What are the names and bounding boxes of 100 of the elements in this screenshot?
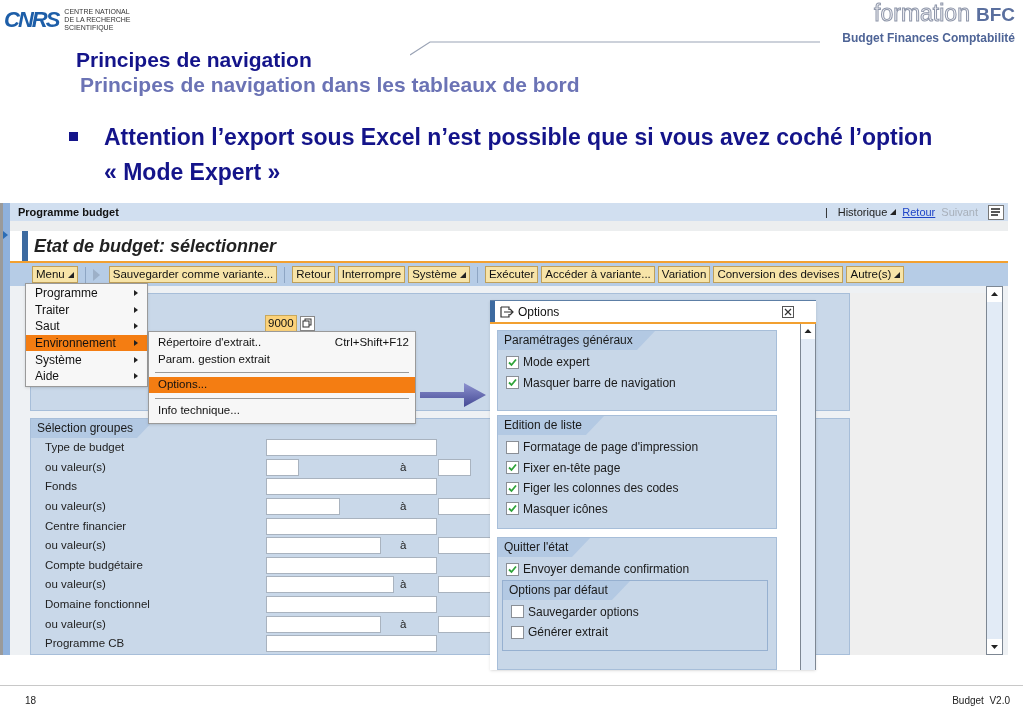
- toolbar-button[interactable]: Retour: [292, 266, 335, 283]
- menu-item[interactable]: Environnement: [26, 334, 147, 352]
- range-separator: à: [400, 616, 407, 632]
- range-separator: à: [400, 498, 407, 514]
- checkbox-label: Sauvegarder options: [528, 603, 639, 621]
- checkbox-label: Figer les colonnes des codes: [523, 480, 679, 498]
- menu-item[interactable]: Info technique...: [149, 402, 415, 419]
- brand-subtitle: Budget Finances Comptabilité: [842, 30, 1015, 47]
- input-field[interactable]: [266, 596, 437, 614]
- checkbox[interactable]: [506, 562, 519, 576]
- tab-corner-icon: [611, 580, 630, 600]
- checkbox[interactable]: [506, 376, 519, 390]
- menu-item[interactable]: Traiter: [26, 301, 147, 319]
- nav-link[interactable]: Retour: [902, 203, 936, 221]
- expand-icon[interactable]: [3, 231, 8, 239]
- copy-icon[interactable]: [299, 316, 315, 331]
- menu-item[interactable]: Saut: [26, 318, 147, 335]
- field-label: Fonds: [44, 479, 78, 495]
- input-field[interactable]: [266, 439, 437, 457]
- toolbar-button[interactable]: Accéder à variante...: [541, 266, 655, 283]
- checkbox[interactable]: [506, 440, 519, 454]
- input-field[interactable]: [266, 556, 437, 574]
- input-field[interactable]: [266, 458, 299, 476]
- input-field[interactable]: [266, 537, 381, 555]
- logo: CNRS: [4, 9, 59, 31]
- toolbar-button[interactable]: Système: [408, 266, 470, 283]
- scroll-up-icon[interactable]: [801, 324, 815, 339]
- page-number: 18: [25, 694, 37, 708]
- menu-item[interactable]: Options...: [149, 377, 415, 393]
- scrollbar[interactable]: [800, 324, 816, 670]
- range-separator: à: [400, 538, 407, 554]
- close-icon[interactable]: [782, 305, 794, 318]
- footer-label: Budget V2.0: [952, 694, 1010, 708]
- input-field[interactable]: [266, 478, 437, 496]
- toolbar-button[interactable]: Interrompre: [337, 266, 406, 283]
- menu-item[interactable]: Système: [26, 351, 147, 368]
- submenu-arrow-icon: [134, 306, 138, 313]
- input-field[interactable]: [438, 458, 471, 476]
- title-accent-bar: [490, 301, 495, 322]
- shortcut-text: Ctrl+Shift+F12: [334, 334, 409, 350]
- slide-title: Principes de navigation: [76, 48, 313, 72]
- submenu-arrow-icon: [134, 373, 138, 380]
- checkbox[interactable]: [506, 502, 519, 516]
- input-field[interactable]: [266, 635, 437, 653]
- field-label: Domaine fonctionnel: [44, 596, 151, 612]
- field-label: ou valeur(s): [44, 616, 107, 632]
- caret-icon: [459, 271, 466, 278]
- checkbox[interactable]: [506, 355, 519, 369]
- menu-item[interactable]: Programme: [26, 285, 147, 302]
- toolbar-button[interactable]: Exécuter: [484, 266, 539, 283]
- field-label: ou valeur(s): [44, 577, 107, 593]
- submenu-arrow-icon: [134, 290, 138, 297]
- caret-icon: [890, 209, 897, 215]
- input-field[interactable]: [266, 576, 394, 594]
- field-label: ou valeur(s): [44, 538, 107, 554]
- checkbox[interactable]: [511, 625, 524, 639]
- input-field[interactable]: [266, 498, 340, 516]
- dialog-icon: [500, 305, 514, 318]
- checkbox-label: Envoyer demande confirmation: [523, 561, 690, 579]
- checkbox-label: Masquer icônes: [523, 500, 608, 518]
- range-separator: à: [400, 459, 407, 475]
- scroll-down-icon[interactable]: [987, 639, 1002, 654]
- field-label: ou valeur(s): [44, 459, 107, 475]
- checkbox[interactable]: [511, 605, 524, 619]
- title-accent-bar: [22, 231, 28, 261]
- dialog-title: Options: [518, 303, 560, 321]
- field-label: Centre financier: [44, 518, 128, 534]
- field-label: Type de budget: [44, 440, 126, 456]
- checkbox-label: Générer extrait: [528, 624, 609, 642]
- scroll-up-icon[interactable]: [987, 287, 1002, 302]
- checkbox[interactable]: [506, 461, 519, 475]
- brand-accent: BFC: [975, 5, 1015, 24]
- bullet-icon: [69, 132, 78, 141]
- caret-icon: [894, 271, 901, 278]
- menu-item[interactable]: Param. gestion extrait: [149, 351, 415, 368]
- bullet-text: Attention l’export sous Excel n’est possible que si vous avez coché l’option « Mode Expert »: [104, 123, 934, 187]
- checkbox-label: Masquer barre de navigation: [523, 374, 676, 392]
- input-field[interactable]: [266, 517, 437, 535]
- menu-item[interactable]: Répertoire d'extrait.. Ctrl+Shift+F12: [149, 334, 415, 351]
- field-label: Programme CB: [44, 636, 126, 652]
- checkbox[interactable]: [506, 481, 519, 495]
- range-separator: à: [400, 577, 407, 593]
- checkbox-label: Formatage de page d'impression: [523, 439, 699, 457]
- toolbar-button[interactable]: Menu: [32, 266, 78, 283]
- menu-icon[interactable]: [988, 204, 1004, 220]
- toolbar-button[interactable]: Autre(s): [846, 266, 905, 283]
- input-field[interactable]: [266, 615, 381, 633]
- page-title: Etat de budget: sélectionner: [34, 234, 277, 258]
- menu-item[interactable]: Aide: [26, 367, 147, 385]
- checkbox-label: Mode expert: [523, 354, 590, 372]
- pointer-arrow: [420, 383, 486, 407]
- toolbar-button[interactable]: Sauvegarder comme variante...: [108, 266, 278, 283]
- toolbar-button[interactable]: Variation: [657, 266, 711, 283]
- window-title: Programme budget: [18, 204, 119, 220]
- submenu-arrow-icon: [134, 356, 138, 363]
- toolbar-button[interactable]: Conversion des devises: [713, 266, 844, 283]
- field-label: Compte budgétaire: [44, 557, 144, 573]
- history-menu[interactable]: Historique: [837, 203, 897, 221]
- brand-name: formation: [874, 2, 970, 25]
- scrollbar[interactable]: [986, 286, 1003, 655]
